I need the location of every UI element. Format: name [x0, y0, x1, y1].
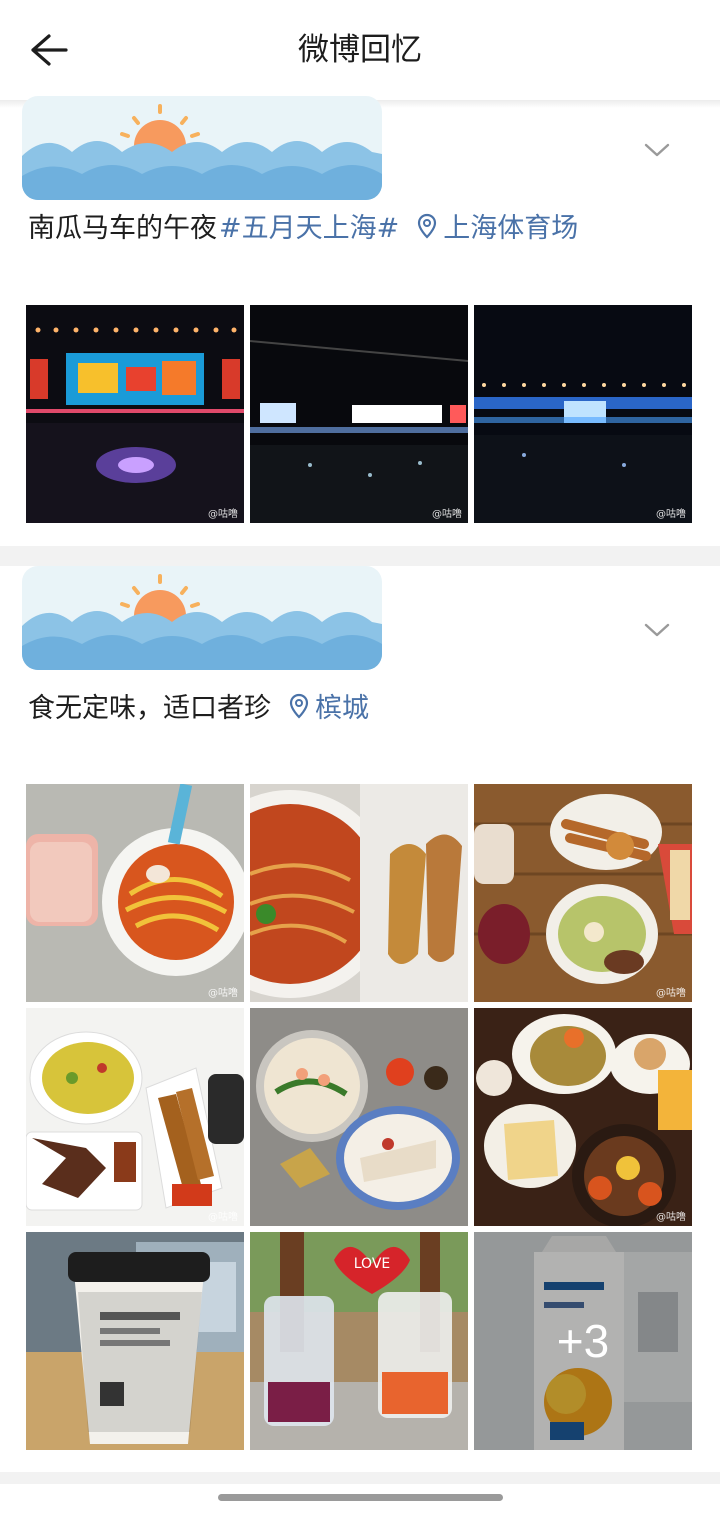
watermark: @咕噜 — [208, 509, 238, 520]
more-photos-count[interactable]: +3 — [474, 1232, 692, 1450]
photo-thumbnail[interactable]: +3 — [474, 1232, 692, 1450]
post-text-2: 食无定味，适口者珍 槟城 — [28, 686, 369, 725]
topic-link[interactable]: #五月天上海# — [219, 206, 399, 245]
watermark: @咕噜 — [656, 509, 686, 520]
watermark: @咕噜 — [656, 988, 686, 999]
photo-thumbnail[interactable]: @咕噜 — [26, 305, 244, 523]
location-link[interactable]: 槟城 — [289, 686, 369, 725]
location-pin-icon — [418, 213, 437, 239]
location-pin-icon — [289, 693, 309, 719]
post-text-1: 南瓜马车的午夜 #五月天上海# 上海体育场 — [28, 206, 578, 245]
location-label: 槟城 — [315, 693, 369, 724]
home-indicator[interactable] — [218, 1494, 503, 1501]
watermark: @咕噜 — [432, 509, 462, 520]
post-body: 食无定味，适口者珍 — [28, 693, 271, 724]
watermark: @咕噜 — [208, 988, 238, 999]
photo-thumbnail[interactable]: @咕噜 — [26, 784, 244, 1002]
post-body: 南瓜马车的午夜 — [28, 213, 217, 244]
photo-thumbnail[interactable]: @咕噜 — [26, 1008, 244, 1226]
photo-thumbnail[interactable]: @咕噜 — [474, 784, 692, 1002]
photo-thumbnail[interactable]: LOVE — [250, 1232, 468, 1450]
top-bar: 微博回忆 — [0, 0, 720, 100]
memory-badge-2 — [22, 566, 382, 670]
arrow-left-icon — [31, 34, 68, 66]
photo-thumbnail[interactable] — [250, 1008, 468, 1226]
photo-thumbnail[interactable]: @咕噜 — [474, 1008, 692, 1226]
love-sign-text: LOVE — [354, 1256, 391, 1272]
memory-badge-1 — [22, 96, 382, 200]
page-title: 微博回忆 — [298, 32, 422, 68]
chevron-down-icon[interactable] — [642, 140, 672, 160]
photo-thumbnail[interactable] — [26, 1232, 244, 1450]
chevron-down-icon[interactable] — [642, 620, 672, 640]
location-link[interactable]: 上海体育场 — [417, 206, 578, 245]
watermark: @咕噜 — [656, 1212, 686, 1223]
section-divider — [0, 1472, 720, 1484]
location-label: 上海体育场 — [443, 213, 579, 244]
section-divider — [0, 546, 720, 566]
photo-thumbnail[interactable]: @咕噜 — [474, 305, 692, 523]
watermark: @咕噜 — [208, 1212, 238, 1223]
photo-thumbnail[interactable]: @咕噜 — [250, 305, 468, 523]
photo-thumbnail[interactable] — [250, 784, 468, 1002]
back-button[interactable] — [20, 28, 76, 72]
